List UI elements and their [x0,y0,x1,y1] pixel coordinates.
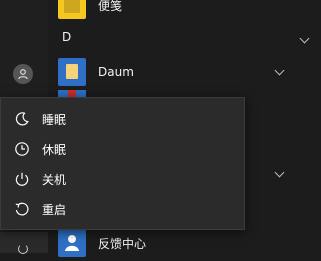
power-menu-item-shutdown[interactable]: 关机 [1,164,244,194]
user-icon [18,69,28,80]
app-label: 反馈中心 [98,236,147,251]
power-menu-item-sleep[interactable]: 睡眠 [1,104,244,134]
power-menu-item-restart[interactable]: 重启 [1,194,244,224]
app-item-daum[interactable]: Daum [58,57,134,87]
sticky-notes-icon [58,0,86,19]
menu-item-label: 休眠 [42,142,67,157]
chevron-down-icon[interactable] [274,167,285,178]
menu-item-label: 重启 [42,202,67,217]
chevron-down-icon[interactable] [299,33,310,44]
app-label: 便笺 [98,0,123,13]
menu-item-label: 关机 [42,172,67,187]
chevron-down-icon[interactable] [274,65,285,76]
power-icon [15,172,29,186]
section-letter-d[interactable]: D [62,30,71,44]
power-button[interactable] [0,232,48,254]
power-menu: 睡眠 休眠 关机 重启 [0,97,245,230]
app-label: Daum [98,65,134,79]
app-item-sticky-notes[interactable]: 便笺 [58,0,122,20]
menu-item-label: 睡眠 [42,112,67,127]
restart-icon [15,202,29,216]
user-avatar[interactable] [13,64,33,84]
power-menu-item-hibernate[interactable]: 休眠 [1,134,244,164]
moon-icon [15,112,29,126]
app-item-feedback-hub[interactable]: 反馈中心 [58,228,146,258]
daum-icon [58,58,86,86]
clock-icon [15,142,29,156]
